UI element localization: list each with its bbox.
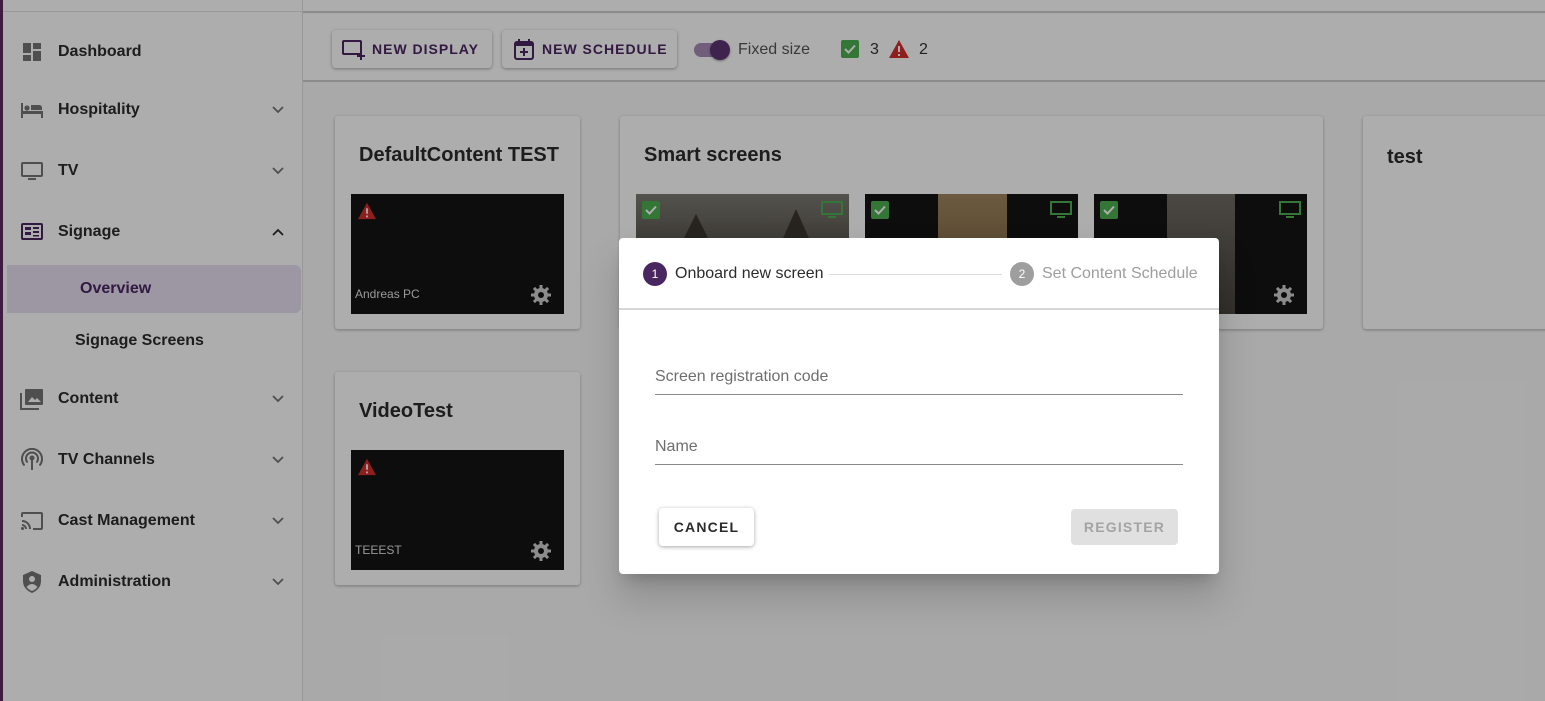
step-2-label: Set Content Schedule bbox=[1042, 265, 1198, 282]
onboard-screen-dialog: 1 Onboard new screen 2 Set Content Sched… bbox=[619, 238, 1219, 574]
step-2-indicator: 2 bbox=[1010, 262, 1034, 286]
step-1-indicator: 1 bbox=[643, 262, 667, 286]
stepper: 1 Onboard new screen 2 Set Content Sched… bbox=[619, 238, 1219, 310]
name-field bbox=[655, 425, 1183, 465]
name-input[interactable] bbox=[655, 438, 1183, 456]
cancel-button[interactable]: CANCEL bbox=[659, 508, 754, 546]
registration-code-input[interactable] bbox=[655, 368, 1183, 386]
step-1-label: Onboard new screen bbox=[675, 265, 824, 282]
step-connector bbox=[829, 274, 1002, 275]
register-button[interactable]: REGISTER bbox=[1071, 509, 1178, 545]
registration-code-field bbox=[655, 355, 1183, 395]
